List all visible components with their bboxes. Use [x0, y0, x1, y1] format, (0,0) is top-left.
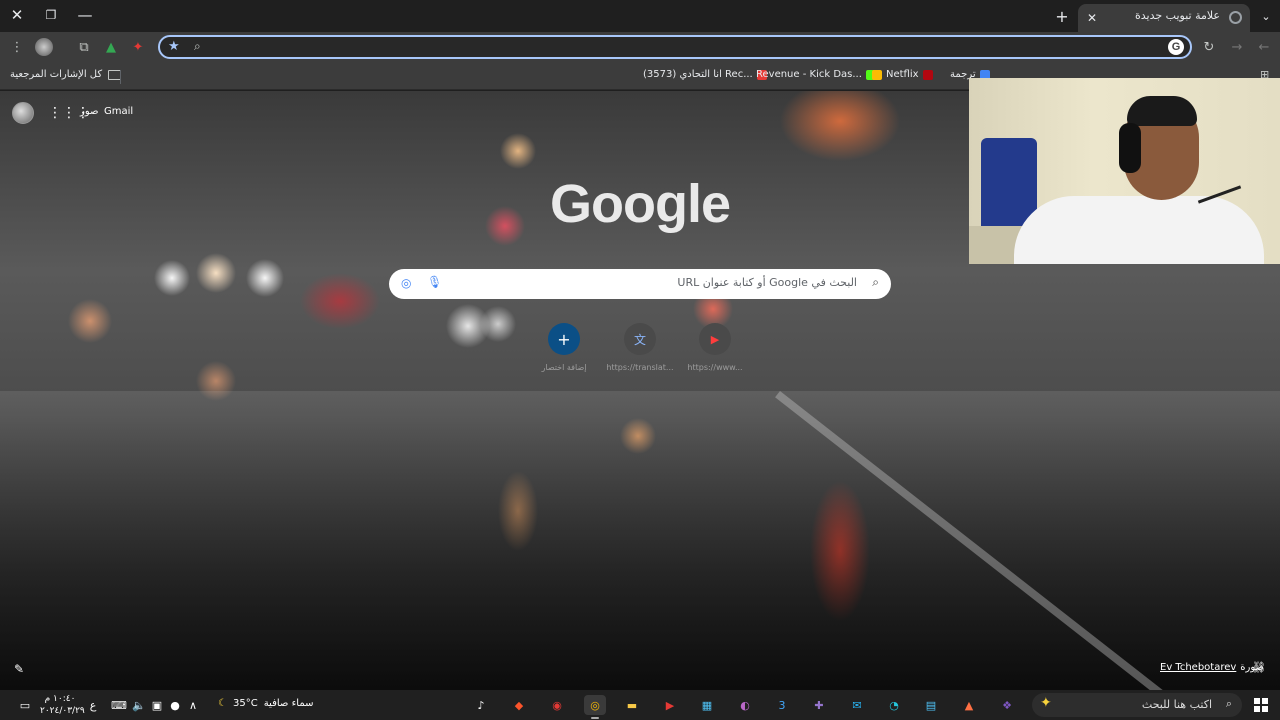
all-bookmarks-button[interactable]: كل الإشارات المرجعية: [10, 69, 122, 80]
edge-icon[interactable]: ◔: [883, 695, 905, 715]
tiktok-icon[interactable]: ♪: [470, 695, 492, 715]
search-icon: ⌕: [872, 275, 879, 289]
search-placeholder: البحث في Google أو كتابة عنوان URL: [677, 276, 857, 289]
store-icon[interactable]: ▤: [920, 695, 942, 715]
title-bar: ✕ ❐ — + ✕ علامة تبويب جديدة ⌄: [0, 0, 1280, 32]
netflix-icon: [922, 69, 933, 80]
youtube-icon[interactable]: ▶: [659, 695, 681, 715]
chrome-favicon-icon: [1229, 11, 1242, 24]
input-language[interactable]: ع: [82, 695, 104, 715]
bookmarks-separator: [120, 70, 121, 84]
wall-jacket: [981, 138, 1037, 228]
forward-arrow-icon[interactable]: →: [1228, 38, 1246, 56]
copilot-icon[interactable]: ❖: [996, 695, 1018, 715]
shortcut-translate[interactable]: 文 https://translat...: [605, 323, 675, 383]
gamepad-icon[interactable]: ✚: [808, 695, 830, 715]
pinwheel-icon: [872, 69, 882, 80]
all-bookmarks-label: كل الإشارات المرجعية: [10, 69, 103, 80]
google-drive-icon[interactable]: ▲: [102, 38, 120, 56]
translate-icon: 文: [624, 323, 656, 355]
clock-date: ٢٠٢٤/٠٣/٢٩: [40, 706, 85, 716]
chrome-icon[interactable]: ◎: [584, 695, 606, 719]
clock[interactable]: ١٠:٤٠ م ٢٠٢٤/٠٣/٢٩: [40, 693, 85, 717]
link-icon[interactable]: ⛓: [1252, 661, 1266, 674]
moon-icon: ☾: [218, 698, 227, 709]
sparkle-icon: ✦: [1040, 695, 1052, 711]
gmail-link[interactable]: Gmail: [104, 106, 133, 117]
outlook-icon[interactable]: ✉: [846, 695, 868, 715]
plus-icon: +: [548, 323, 580, 355]
search-icon: ⌕: [1225, 697, 1232, 710]
shortcut-label: https://www...: [687, 363, 743, 372]
bookmark-label: Netflix: [886, 69, 919, 80]
weather-temp: 35°C: [232, 698, 258, 709]
keyboard-icon[interactable]: ⌨: [108, 695, 130, 715]
bookmark-kick-revenue[interactable]: Revenue - Kick Das...: [756, 69, 876, 80]
extension-red-icon[interactable]: ✦: [129, 38, 147, 56]
bookmark-youtube-rec[interactable]: (3573) انا التحادي Rec...: [643, 69, 767, 80]
customize-pencil-icon[interactable]: ✎: [14, 662, 24, 676]
google-lens-icon[interactable]: ◎: [401, 276, 411, 290]
voice-search-mic-icon[interactable]: 🎙: [427, 275, 442, 289]
minimize-window-button[interactable]: —: [68, 0, 102, 30]
ntp-account-avatar[interactable]: [12, 102, 34, 124]
reload-icon[interactable]: ↻: [1200, 38, 1218, 56]
credit-author: Ev Tchebotarev: [1160, 662, 1237, 673]
app-icon[interactable]: ◉: [546, 695, 568, 715]
tab-close-icon[interactable]: ✕: [1084, 10, 1100, 26]
bookmark-label: Revenue - Kick Das...: [756, 69, 862, 80]
taskbar: ▭ ١٠:٤٠ م ٢٠٢٤/٠٣/٢٩ ع ⌨ 🔈 ▣ ● ∧ ☾ 35°C …: [0, 690, 1280, 720]
profile-avatar[interactable]: [35, 38, 53, 56]
close-window-button[interactable]: ✕: [0, 0, 34, 30]
shortcut-label: https://translat...: [606, 363, 674, 372]
app-icon[interactable]: ▲: [958, 695, 980, 715]
headset: [1119, 123, 1141, 173]
shortcut-label: إضافة اختصار: [541, 363, 587, 372]
start-windows-icon[interactable]: [1254, 698, 1268, 712]
background-credit[interactable]: صورة Ev Tchebotarev: [1160, 662, 1264, 673]
bookmark-netflix[interactable]: Netflix: [872, 69, 933, 80]
shortcut-add[interactable]: + إضافة اختصار: [529, 323, 599, 383]
address-bar[interactable]: ★ ⌕ G: [158, 35, 1192, 59]
images-link[interactable]: صور: [80, 106, 99, 117]
taskbar-search[interactable]: ✦ اكتب هنا للبحث ⌕: [1032, 693, 1242, 717]
extensions-puzzle-icon[interactable]: ⧉: [75, 38, 93, 56]
google-logo: Google: [550, 174, 731, 234]
tab-new-tab[interactable]: ✕ علامة تبويب جديدة: [1078, 4, 1250, 32]
app-icon[interactable]: ▦: [696, 695, 718, 715]
back-arrow-icon[interactable]: ←: [1255, 38, 1273, 56]
ntp-search-box[interactable]: ◎ 🎙 البحث في Google أو كتابة عنوان URL ⌕: [389, 269, 891, 299]
google-lens-g-icon[interactable]: G: [1168, 39, 1184, 55]
shortcut-youtube[interactable]: ▶ https://www...: [680, 323, 750, 383]
tab-search-chevron-icon[interactable]: ⌄: [1256, 6, 1276, 26]
tab-title: علامة تبويب جديدة: [1134, 9, 1220, 22]
brave-icon[interactable]: ◆: [508, 695, 530, 715]
weather-desc: سماء صافية: [263, 698, 314, 709]
menu-kebab-icon[interactable]: ⋮: [8, 38, 26, 56]
bookmark-star-icon[interactable]: ★: [168, 39, 180, 54]
person-body: [1014, 196, 1264, 264]
search-icon: ⌕: [194, 39, 201, 53]
weather-widget[interactable]: ☾ 35°C سماء صافية: [218, 698, 313, 709]
app-icon[interactable]: ◐: [734, 695, 756, 715]
app-icon[interactable]: 3: [771, 695, 793, 715]
tray-chevron-up-icon[interactable]: ∧: [182, 695, 204, 715]
bookmark-label: (3573) انا التحادي Rec...: [643, 69, 753, 80]
person-hair: [1127, 96, 1197, 126]
youtube-icon: ▶: [699, 323, 731, 355]
file-explorer-icon[interactable]: ▬: [621, 695, 643, 715]
new-tab-button[interactable]: +: [1052, 6, 1072, 26]
clock-time: ١٠:٤٠ م: [44, 694, 76, 704]
restore-window-button[interactable]: ❐: [34, 0, 68, 30]
notifications-icon[interactable]: ▭: [14, 695, 36, 715]
webcam-overlay: [969, 78, 1280, 264]
wet-road-reflection: [0, 391, 1280, 690]
taskbar-search-placeholder: اكتب هنا للبحث: [1141, 698, 1212, 711]
